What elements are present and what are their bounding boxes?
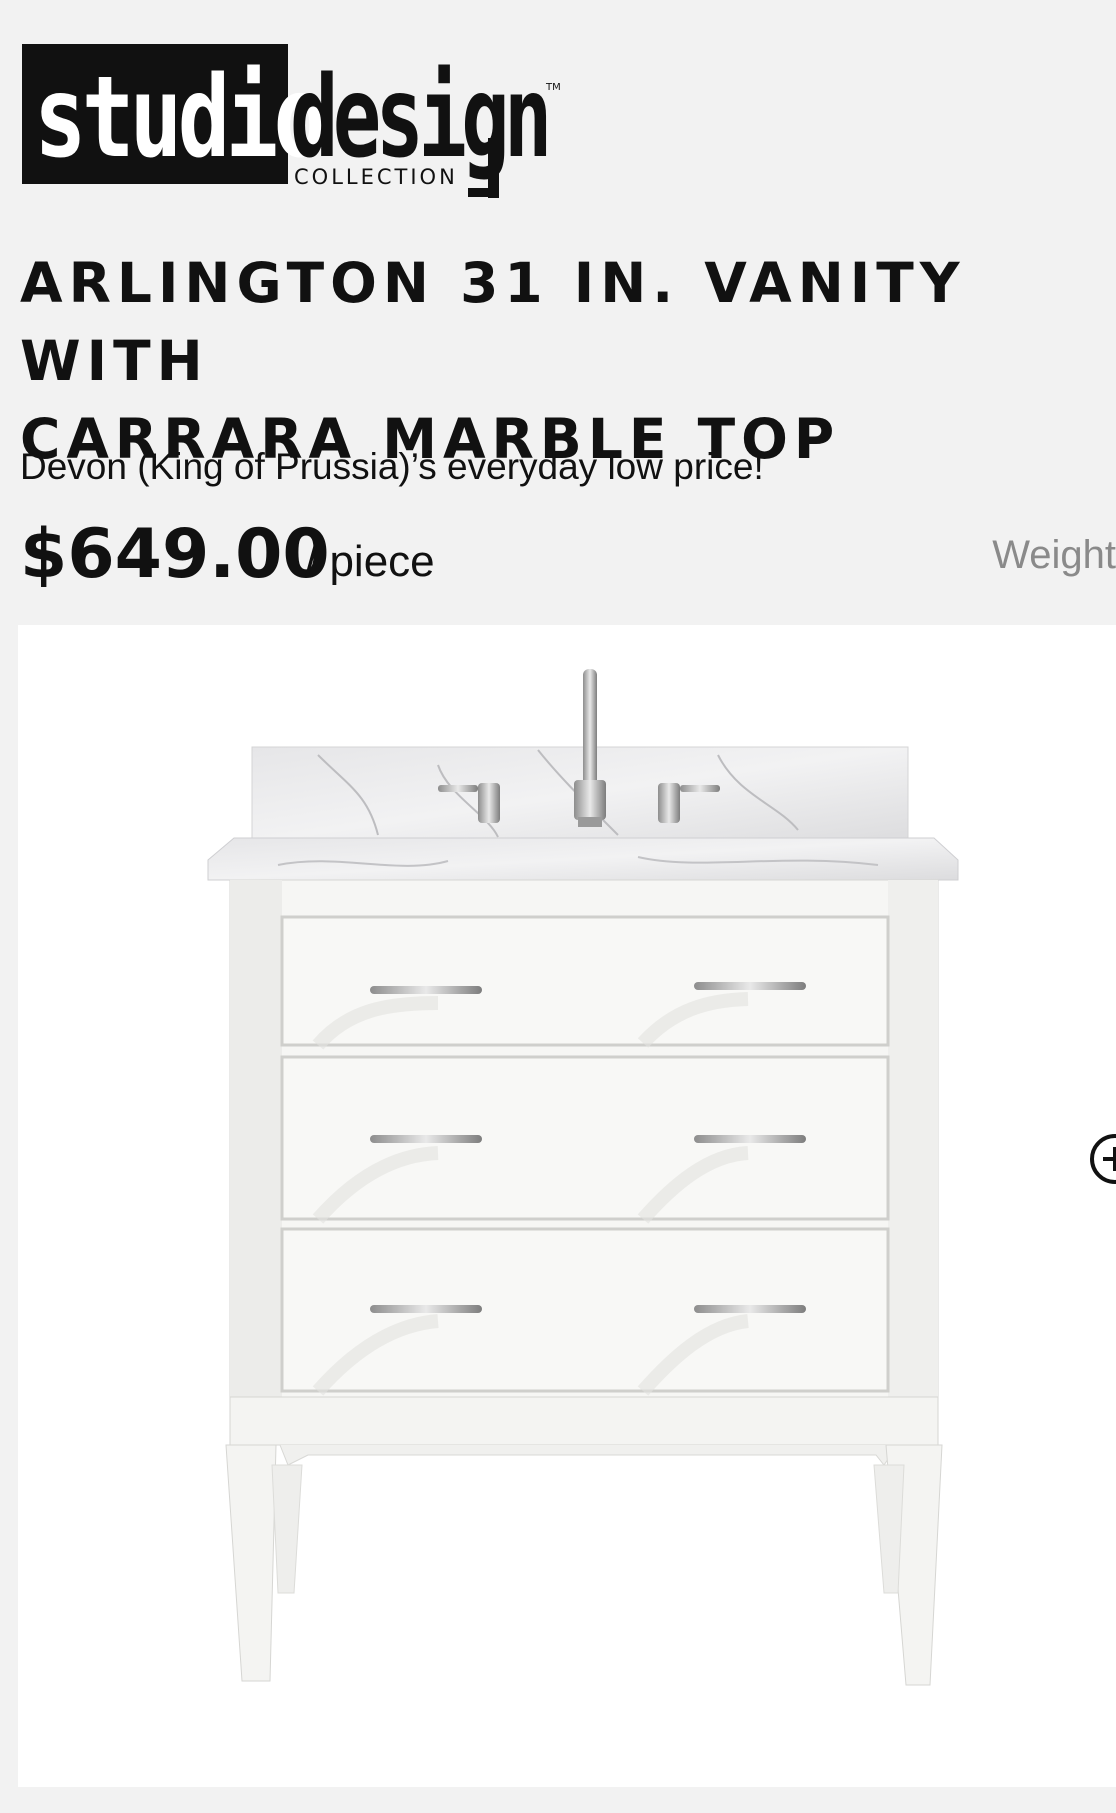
price-unit: / piece xyxy=(305,537,435,586)
product-price: $649.00 xyxy=(20,515,330,594)
product-title: ARLINGTON 31 IN. VANITY WITH CARRARA MAR… xyxy=(20,244,1100,478)
weight-label[interactable]: Weight xyxy=(992,533,1116,578)
product-title-line-1: ARLINGTON 31 IN. VANITY WITH xyxy=(20,251,966,393)
price-row: $649.00 / piece Weight xyxy=(20,515,1116,595)
svg-text:studio: studio xyxy=(34,52,322,182)
brand-logo[interactable]: studio design COLLECTION TM xyxy=(22,38,562,208)
svg-text:design: design xyxy=(290,53,547,184)
vanity-illustration xyxy=(207,669,959,1686)
svg-text:TM: TM xyxy=(545,82,561,93)
svg-text:COLLECTION: COLLECTION xyxy=(294,165,458,189)
product-image[interactable] xyxy=(18,625,1116,1787)
store-price-note: Devon (King of Prussia)’s everyday low p… xyxy=(20,446,764,487)
